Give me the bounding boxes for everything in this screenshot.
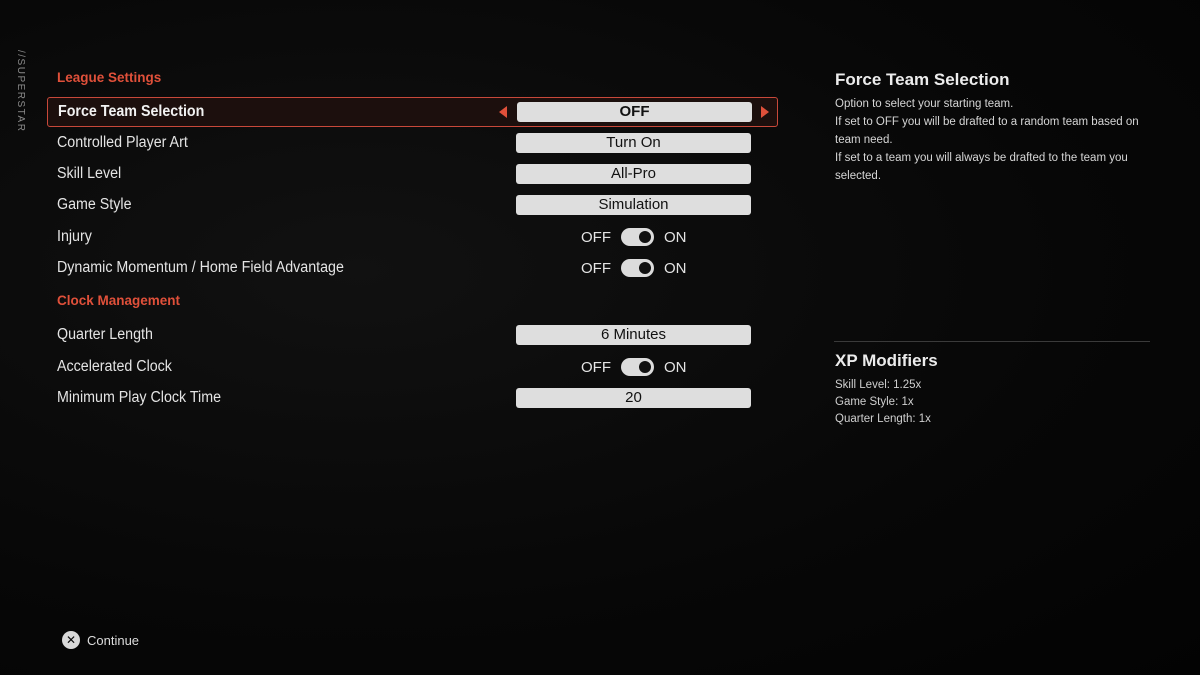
info-divider xyxy=(834,341,1150,342)
toggle-on-label: ON xyxy=(664,228,687,246)
dynamic-momentum-toggle[interactable] xyxy=(621,259,654,277)
injury-toggle[interactable] xyxy=(621,228,654,246)
setting-label: Skill Level xyxy=(57,165,122,182)
continue-label: Continue xyxy=(87,632,140,648)
info-line: If set to OFF you will be drafted to a r… xyxy=(835,116,1139,146)
arrow-left-icon[interactable] xyxy=(499,106,507,118)
setting-label: Minimum Play Clock Time xyxy=(57,389,222,406)
accelerated-clock-toggle[interactable] xyxy=(621,358,654,376)
info-line: Option to select your starting team. xyxy=(835,98,1014,110)
setting-controlled-player-art[interactable]: Controlled Player Art Turn On xyxy=(47,128,778,158)
setting-label: Quarter Length xyxy=(57,326,153,343)
arrow-right-icon[interactable] xyxy=(761,106,769,118)
setting-quarter-length[interactable]: Quarter Length 6 Minutes xyxy=(47,320,778,350)
setting-game-style[interactable]: Game Style Simulation xyxy=(47,190,778,220)
setting-injury[interactable]: Injury OFF ON xyxy=(47,222,778,252)
setting-value[interactable]: 20 xyxy=(516,388,751,408)
setting-accelerated-clock[interactable]: Accelerated Clock OFF ON xyxy=(47,352,778,382)
toggle-off-label: OFF xyxy=(581,358,611,376)
toggle-on-label: ON xyxy=(664,259,687,277)
setting-value[interactable]: Turn On xyxy=(516,133,751,153)
setting-value[interactable]: All-Pro xyxy=(516,164,751,184)
xp-modifiers-list: Skill Level: 1.25x Game Style: 1x Quarte… xyxy=(835,377,931,428)
setting-value[interactable]: OFF xyxy=(517,102,752,122)
xp-modifiers-title: XP Modifiers xyxy=(835,351,938,370)
toggle-knob xyxy=(639,262,651,274)
setting-value[interactable]: Simulation xyxy=(516,195,751,215)
setting-label: Controlled Player Art xyxy=(57,134,188,151)
setting-label: Force Team Selection xyxy=(58,103,205,120)
setting-label: Dynamic Momentum / Home Field Advantage xyxy=(57,259,344,276)
xp-item: Game Style: 1x xyxy=(835,396,914,408)
xp-item: Skill Level: 1.25x xyxy=(835,379,922,391)
setting-force-team-selection[interactable]: Force Team Selection OFF xyxy=(47,97,778,127)
info-line: If set to a team you will always be draf… xyxy=(835,152,1128,182)
xp-item: Quarter Length: 1x xyxy=(835,413,931,425)
setting-label: Game Style xyxy=(57,196,132,213)
toggle-on-label: ON xyxy=(664,358,687,376)
toggle-knob xyxy=(639,231,651,243)
continue-button[interactable]: ✕ Continue xyxy=(62,631,139,649)
info-panel-description: Option to select your starting team. If … xyxy=(835,95,1155,185)
section-title-league-settings: League Settings xyxy=(57,70,162,85)
toggle-knob xyxy=(639,361,651,373)
setting-minimum-play-clock[interactable]: Minimum Play Clock Time 20 xyxy=(47,383,778,413)
setting-dynamic-momentum[interactable]: Dynamic Momentum / Home Field Advantage … xyxy=(47,253,778,283)
setting-value[interactable]: 6 Minutes xyxy=(516,325,751,345)
mode-tag: //SUPERSTAR xyxy=(15,50,26,133)
setting-skill-level[interactable]: Skill Level All-Pro xyxy=(47,159,778,189)
section-title-clock-management: Clock Management xyxy=(57,293,181,308)
toggle-off-label: OFF xyxy=(581,259,611,277)
setting-label: Accelerated Clock xyxy=(57,358,172,375)
toggle-off-label: OFF xyxy=(581,228,611,246)
x-button-icon: ✕ xyxy=(62,631,80,649)
setting-label: Injury xyxy=(57,228,92,245)
info-panel-title: Force Team Selection xyxy=(835,70,1010,89)
